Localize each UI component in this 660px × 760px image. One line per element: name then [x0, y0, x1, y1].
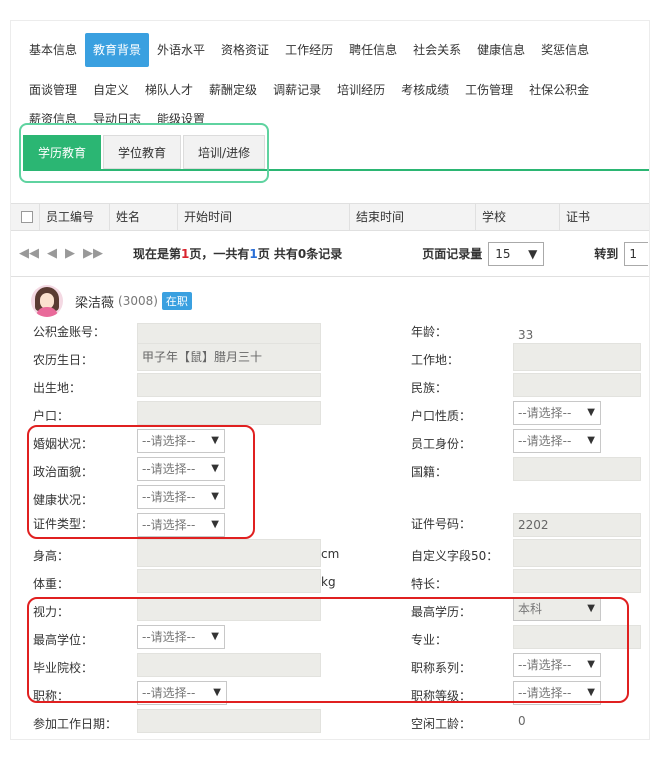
page-size-select[interactable]: 15 ▼	[488, 241, 545, 266]
label-ethnicity: 民族：	[411, 381, 448, 395]
status-badge: 在职	[161, 292, 192, 310]
highlight-box-education	[27, 597, 629, 703]
field-nationality[interactable]	[513, 457, 641, 481]
nav-tab-rewards[interactable]: 奖惩信息	[533, 33, 597, 67]
nav-tab-assessment[interactable]: 考核成绩	[393, 73, 457, 107]
label-weight: 体重：	[33, 577, 70, 591]
chevron-down-icon: ▼	[587, 407, 595, 418]
grid-header: 员工编号 姓名 开始时间 结束时间 学校 证书	[11, 203, 649, 231]
field-work-start-date[interactable]	[137, 709, 321, 733]
label-birthplace: 出生地：	[33, 381, 82, 395]
field-height[interactable]	[137, 539, 321, 567]
nav-tab-work-history[interactable]: 工作经历	[277, 33, 341, 67]
field-id-number[interactable]: 2202	[513, 513, 641, 537]
goto-page-input[interactable]: 1	[624, 241, 649, 266]
highlight-box-personal	[27, 425, 255, 539]
avatar	[31, 285, 63, 317]
nav-tab-education[interactable]: 教育背景	[85, 33, 150, 67]
nav-tab-training[interactable]: 培训经历	[329, 73, 393, 107]
goto-label: 转到	[594, 247, 619, 261]
nav-tab-talent-pool[interactable]: 梯队人才	[137, 73, 201, 107]
employee-panel: 基本信息 教育背景 外语水平 资格资证 工作经历 聘任信息 社会关系 健康信息 …	[10, 20, 650, 740]
field-work-location[interactable]	[513, 343, 641, 371]
pager: ◀◀ ◀ ▶ ▶▶ 现在是第1页，一共有1页 共有0条记录 页面记录量 15 ▼ …	[11, 231, 649, 277]
first-page-icon[interactable]: ◀◀	[19, 246, 39, 261]
column-certificate[interactable]: 证书	[559, 203, 643, 231]
nav-tab-social-relations[interactable]: 社会关系	[405, 33, 469, 67]
nav-tab-work-injury[interactable]: 工伤管理	[457, 73, 521, 107]
nav-tab-salary-grade[interactable]: 薪酬定级	[201, 73, 265, 107]
label-height: 身高：	[33, 549, 70, 563]
field-specialty[interactable]	[513, 569, 641, 593]
employee-name: 梁洁薇	[75, 295, 115, 311]
label-custom-field-50: 自定义字段50：	[411, 549, 499, 563]
column-employee-id[interactable]: 员工编号	[39, 203, 109, 231]
field-idle-seniority: 0	[513, 709, 641, 733]
nav-tab-health[interactable]: 健康信息	[469, 33, 533, 67]
chevron-down-icon: ▼	[587, 435, 595, 446]
nav-tab-custom[interactable]: 自定义	[85, 73, 137, 107]
field-custom-field-50[interactable]	[513, 539, 641, 567]
label-specialty: 特长：	[411, 577, 448, 591]
select-employee-identity[interactable]: --请选择-- ▼	[513, 429, 601, 453]
employee-id: (3008)	[118, 294, 158, 308]
page-size-label: 页面记录量	[422, 247, 483, 261]
chevron-down-icon: ▼	[528, 246, 538, 261]
nav-tab-qualifications[interactable]: 资格资证	[213, 33, 277, 67]
label-work-location: 工作地：	[411, 353, 460, 367]
field-birthplace[interactable]	[137, 373, 321, 397]
column-start-time[interactable]: 开始时间	[177, 203, 349, 231]
nav-tab-salary-adjust[interactable]: 调薪记录	[265, 73, 329, 107]
label-age: 年龄：	[411, 325, 448, 339]
label-idle-seniority: 空闲工龄：	[411, 717, 472, 731]
label-hukou: 户口：	[33, 409, 70, 423]
unit-kg: kg	[321, 575, 336, 589]
unit-cm: cm	[321, 547, 340, 561]
select-hukou-type[interactable]: --请选择-- ▼	[513, 401, 601, 425]
column-name[interactable]: 姓名	[109, 203, 177, 231]
nav-tab-interview[interactable]: 面谈管理	[21, 73, 85, 107]
prev-page-icon[interactable]: ◀	[47, 246, 57, 261]
nav-tab-appointment[interactable]: 聘任信息	[341, 33, 405, 67]
field-ethnicity[interactable]	[513, 373, 641, 397]
select-all-checkbox[interactable]	[21, 211, 33, 223]
employee-profile: 梁洁薇 (3008) 在职	[31, 285, 192, 317]
field-weight[interactable]	[137, 569, 321, 593]
label-nationality: 国籍：	[411, 465, 448, 479]
pager-status: 现在是第1页，一共有1页 共有0条记录	[133, 247, 343, 261]
column-school[interactable]: 学校	[475, 203, 559, 231]
nav-tab-foreign-language[interactable]: 外语水平	[149, 33, 213, 67]
nav-tab-social-security[interactable]: 社保公积金	[521, 73, 597, 107]
column-end-time[interactable]: 结束时间	[349, 203, 475, 231]
nav-row-1: 基本信息 教育背景 外语水平 资格资证 工作经历 聘任信息 社会关系 健康信息 …	[21, 33, 597, 67]
label-lunar-birthday: 农历生日：	[33, 353, 94, 367]
next-page-icon[interactable]: ▶	[65, 246, 75, 261]
subtab-highlight	[19, 123, 269, 183]
label-provident-fund: 公积金账号：	[33, 325, 106, 339]
last-page-icon[interactable]: ▶▶	[83, 246, 103, 261]
nav-tab-basic-info[interactable]: 基本信息	[21, 33, 85, 67]
label-employee-identity: 员工身份：	[411, 437, 472, 451]
nav-row-2: 面谈管理 自定义 梯队人才 薪酬定级 调薪记录 培训经历 考核成绩 工伤管理 社…	[21, 73, 597, 107]
label-id-number: 证件号码：	[411, 517, 472, 531]
label-hukou-type: 户口性质：	[411, 409, 472, 423]
field-lunar-birthday[interactable]: 甲子年【鼠】腊月三十	[137, 343, 321, 371]
label-work-start-date: 参加工作日期：	[33, 717, 118, 731]
field-hukou[interactable]	[137, 401, 321, 425]
